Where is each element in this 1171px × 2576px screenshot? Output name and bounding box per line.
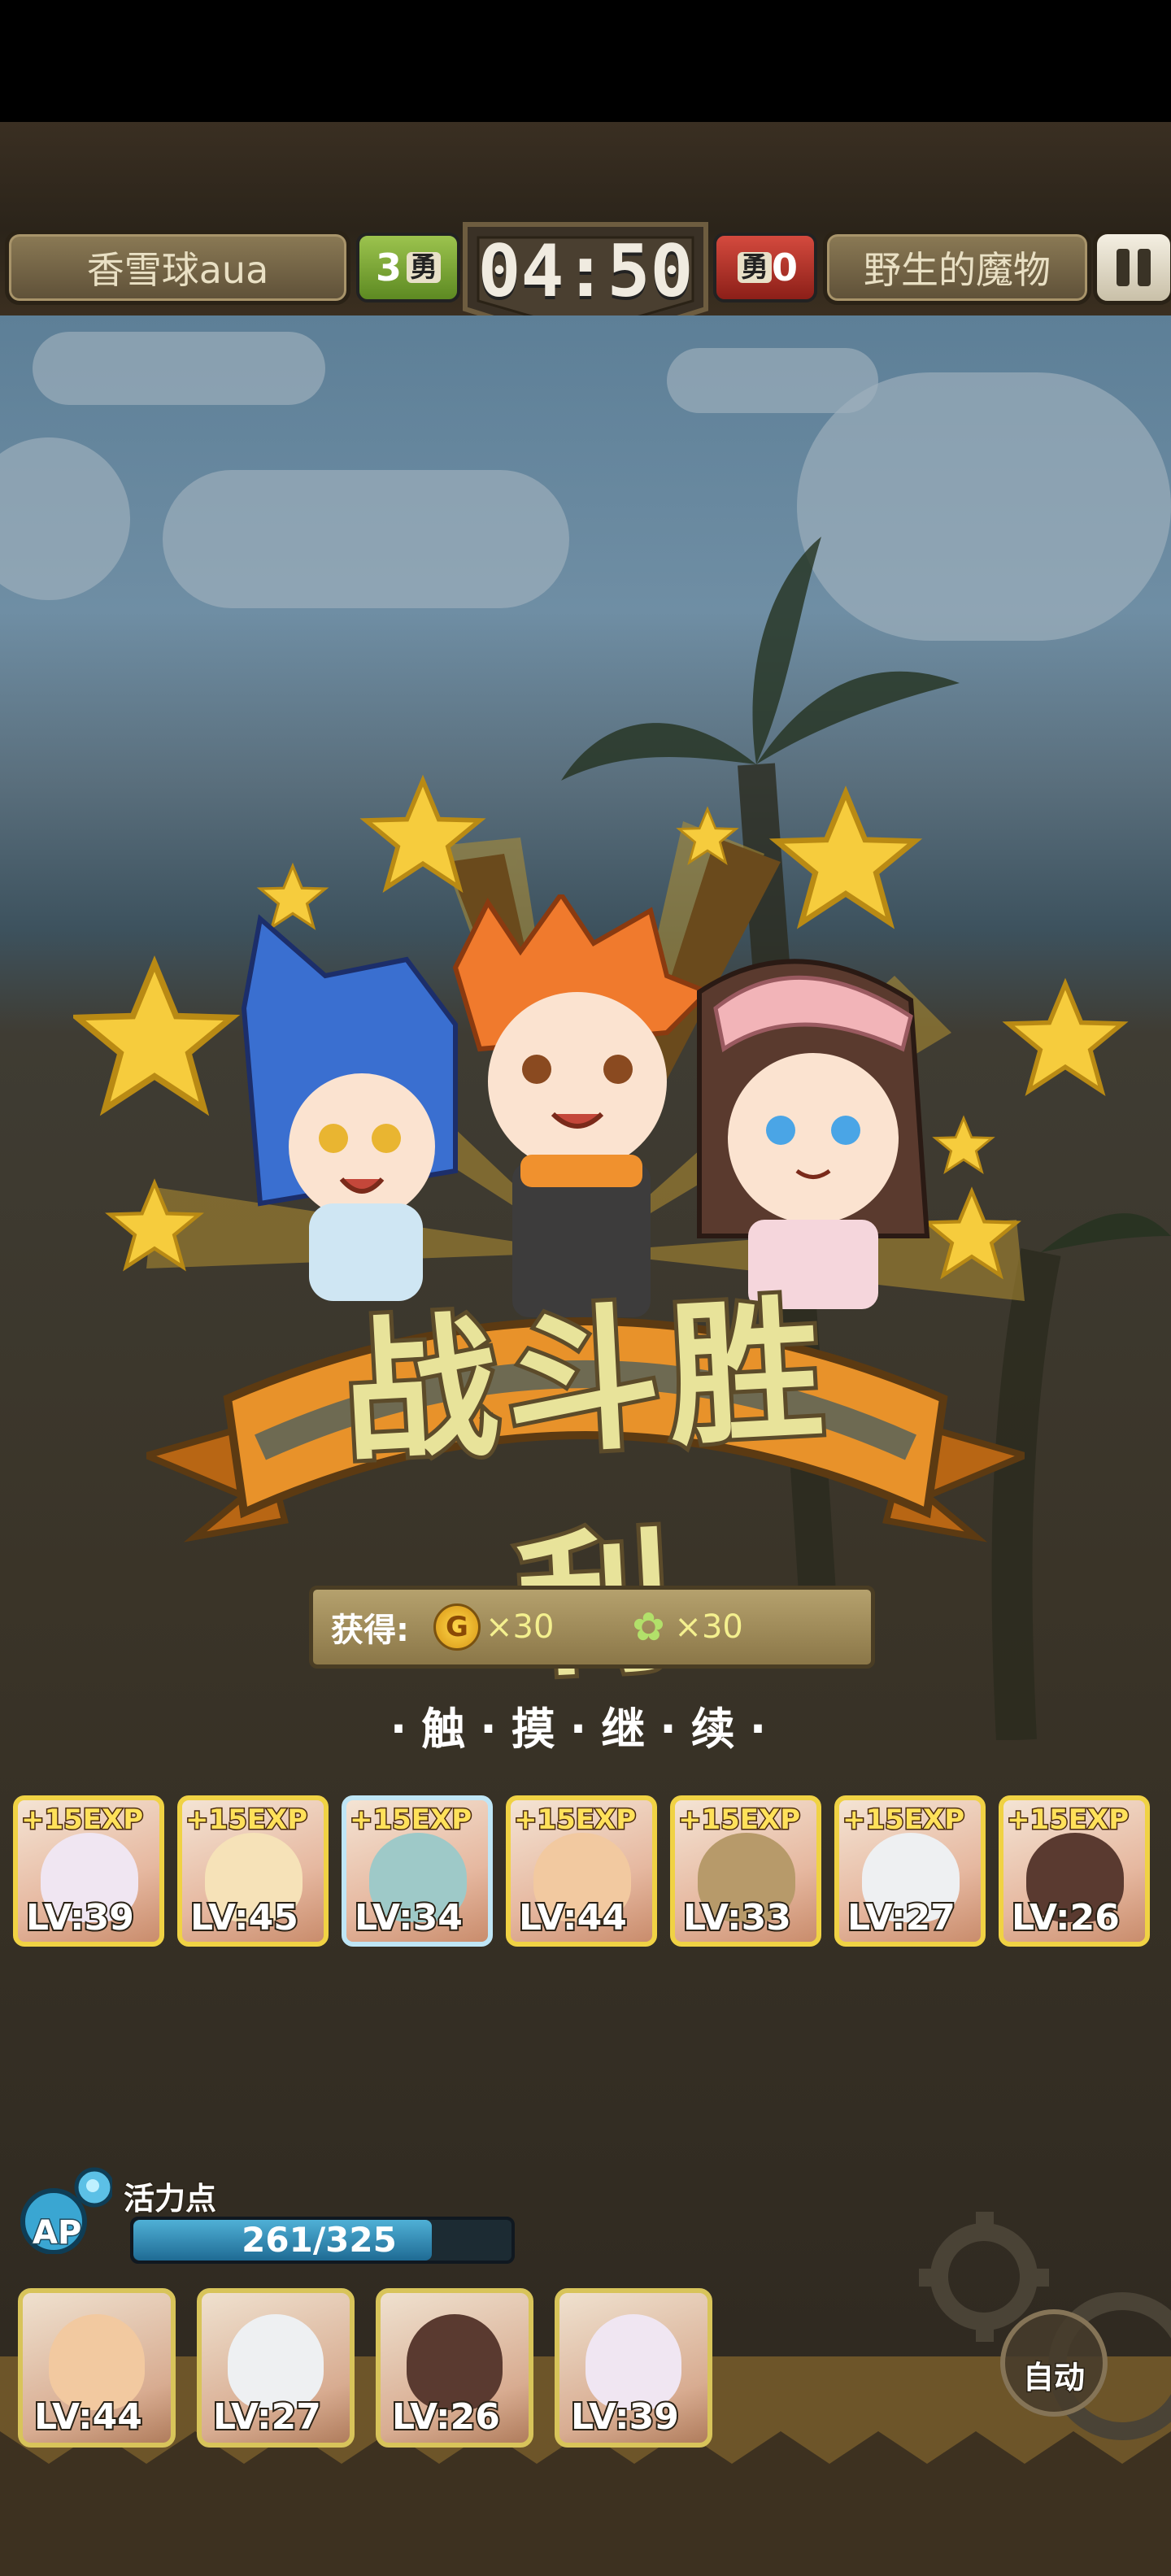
ap-label: AP (31, 2213, 82, 2253)
hero-level: LV:39 (569, 2395, 681, 2439)
exp-gain: +15EXP (1005, 1803, 1130, 1838)
rewards-bar: 获得: G ×30 ✿ ×30 (309, 1586, 875, 1669)
touch-to-continue[interactable]: ·触·摸·继·续· (350, 1693, 821, 1758)
player-name-box: 香雪球aua (5, 230, 350, 305)
exp-gain: +15EXP (184, 1803, 308, 1838)
team-slot[interactable]: LV:44 (18, 2288, 176, 2448)
enemy-score: 勇0 (713, 233, 817, 302)
hero-level: LV:27 (211, 2395, 323, 2439)
status-bar-area (0, 0, 1171, 122)
hero-card[interactable]: +15EXP LV:44 (506, 1795, 657, 1947)
hero-card[interactable]: +15EXP LV:34 (342, 1795, 493, 1947)
leaf-amount: ×30 (674, 1608, 743, 1646)
leaf-icon: ✿ (632, 1604, 665, 1650)
exp-gain: +15EXP (20, 1803, 144, 1838)
pause-icon-bar-left (1117, 249, 1130, 286)
hero-level: LV:44 (33, 2395, 144, 2439)
enemy-name-box: 野生的魔物 (823, 230, 1091, 305)
auto-battle-label: 自动 (1021, 2359, 1086, 2397)
ap-title: 活力点 (122, 2180, 217, 2218)
hero-level: LV:44 (517, 1895, 629, 1940)
team-slot[interactable]: LV:27 (197, 2288, 355, 2448)
hero-level: LV:45 (189, 1895, 300, 1940)
gold-amount: ×30 (485, 1608, 555, 1646)
hero-level: LV:33 (681, 1895, 793, 1940)
player-name: 香雪球aua (86, 248, 269, 292)
hero-level: LV:26 (390, 2395, 502, 2439)
enemy-name: 野生的魔物 (864, 248, 1051, 292)
hero-level: LV:39 (24, 1895, 136, 1940)
team-slot[interactable]: LV:26 (376, 2288, 533, 2448)
hero-level: LV:27 (846, 1895, 957, 1940)
hero-card[interactable]: +15EXP LV:39 (13, 1795, 164, 1947)
pause-button[interactable] (1093, 230, 1171, 305)
battle-timer: 04:50 (477, 228, 694, 313)
team-slot[interactable]: LV:39 (555, 2288, 712, 2448)
hero-card[interactable]: +15EXP LV:33 (670, 1795, 821, 1947)
gold-coin-icon: G (433, 1603, 481, 1651)
rank-icon: 勇 (737, 252, 772, 283)
player-score: 3勇 (356, 233, 460, 302)
exp-gain: +15EXP (512, 1803, 637, 1838)
hero-level: LV:26 (1010, 1895, 1121, 1940)
auto-battle-button[interactable]: 自动 (1000, 2309, 1108, 2417)
rank-icon: 勇 (407, 252, 441, 283)
ap-value: 261/325 (242, 2220, 397, 2260)
victory-title: 战斗胜利 (334, 1275, 839, 1703)
rewards-label: 获得: (331, 1612, 409, 1649)
pause-icon-bar-right (1138, 249, 1151, 286)
hero-card[interactable]: +15EXP LV:27 (834, 1795, 986, 1947)
hero-card[interactable]: +15EXP LV:26 (999, 1795, 1150, 1947)
exp-gain: +15EXP (841, 1803, 965, 1838)
bottom-panel (0, 2464, 1171, 2576)
hero-card[interactable]: +15EXP LV:45 (177, 1795, 329, 1947)
exp-gain: +15EXP (348, 1803, 472, 1838)
hero-level: LV:34 (353, 1895, 464, 1940)
exp-gain: +15EXP (677, 1803, 801, 1838)
